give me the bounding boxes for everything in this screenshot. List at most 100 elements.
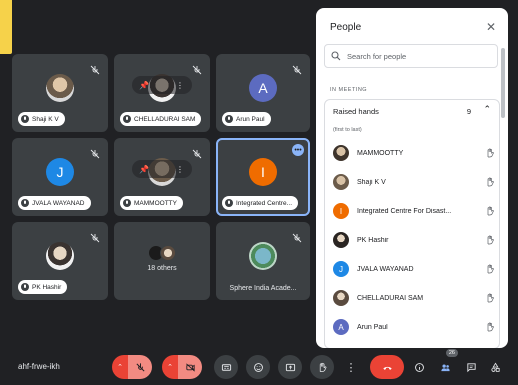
present-button[interactable] [278,355,302,379]
avatar [46,242,74,271]
search-input[interactable] [347,51,487,61]
raise-hand-button[interactable] [310,355,334,379]
avatar [333,174,349,190]
scrollbar[interactable] [501,48,505,118]
list-item[interactable]: MAMMOOTTY [333,143,495,163]
participant-name: MAMMOOTTY [134,199,177,207]
raised-hand-icon [487,148,494,158]
raised-hand-icon [319,362,326,372]
tile-hover-controls[interactable]: 📌 ⋮ [132,160,192,179]
end-call-button[interactable] [370,355,404,379]
mic-off-icon [90,62,100,75]
raised-hand-icon [487,264,494,274]
participant-tile[interactable]: ••• I Integrated Centre... [216,138,310,216]
mic-off-icon [292,62,302,75]
meeting-info-button[interactable] [410,355,428,379]
participant-name: PK Hashir [32,283,62,291]
person-name: MAMMOOTTY [357,149,404,157]
raised-hand-icon [487,293,494,303]
participant-name: JVALA WAYANAD [32,199,85,207]
list-item[interactable]: CHELLADURAI SAM [333,288,495,308]
more-options-icon[interactable]: ⋮ [173,165,187,174]
person-name: Shaji K V [357,178,386,186]
participant-tile[interactable]: 📌 ⋮ CHELLADURAI SAM [114,54,210,132]
people-count-badge: 26 [445,349,458,357]
mic-off-icon [90,230,100,243]
participant-tile[interactable]: J JVALA WAYANAD [12,138,108,216]
participant-tile[interactable]: Sphere India Acade... [216,222,310,300]
activities-button[interactable] [486,355,504,379]
emoji-button[interactable] [246,355,270,379]
participant-name-tag: JVALA WAYANAD [18,196,91,210]
chevron-up-icon[interactable]: ⌃ [483,104,491,115]
search-icon [331,51,341,61]
people-panel: People ✕ IN MEETING Raised hands 9 ⌃ (fi… [316,8,508,348]
participant-tile[interactable]: 📌 ⋮ MAMMOOTTY [114,138,210,216]
others-count-label: 18 others [147,264,177,272]
participant-tile[interactable]: Shaji K V [12,54,108,132]
list-item[interactable]: Shaji K V [333,172,495,192]
avatar: I [249,158,277,187]
close-icon[interactable]: ✕ [486,20,496,34]
captions-icon [221,363,231,371]
mic-icon [123,199,131,207]
more-options-icon[interactable]: ⋮ [173,81,187,90]
avatar [160,245,176,262]
info-icon [414,362,424,372]
search-box[interactable] [324,44,498,68]
camera-off-icon[interactable] [178,355,202,379]
list-item[interactable]: I Integrated Centre For Disast... [333,201,495,221]
captions-button[interactable] [214,355,238,379]
avatar [333,232,349,248]
avatar: A [249,74,277,103]
pin-icon[interactable]: 📌 [137,165,151,174]
yellow-corner-marker [0,0,12,54]
participant-name: Integrated Centre... [236,199,293,207]
mic-toggle-button[interactable]: ⌃ [112,355,152,379]
mic-icon [21,115,29,123]
chat-button[interactable] [462,355,480,379]
people-button[interactable]: 26 [436,349,458,379]
participant-tile[interactable]: A Arun Paul [216,54,310,132]
avatar: J [333,261,349,277]
panel-title: People [330,22,362,33]
video-grid: Shaji K V 📌 ⋮ CHELLADURAI SAM A Arun Paul… [12,54,310,304]
mic-icon [225,115,233,123]
participant-name-tag: MAMMOOTTY [120,196,183,210]
pin-icon[interactable]: 📌 [137,81,151,90]
list-item[interactable]: A Arun Paul [333,317,495,337]
mic-off-icon [192,62,202,75]
raised-hand-icon [487,177,494,187]
avatar: A [333,319,349,335]
mic-off-icon [90,146,100,159]
mic-icon [123,115,131,123]
participant-name: Arun Paul [236,115,265,123]
list-item[interactable]: J JVALA WAYANAD [333,259,495,279]
others-tile[interactable]: 18 others [114,222,210,300]
raised-order-hint: (first to last) [333,127,362,133]
raised-hands-count: 9 [466,107,471,116]
mic-off-icon[interactable] [128,355,152,379]
avatar [333,290,349,306]
tile-hover-controls[interactable]: 📌 ⋮ [132,76,192,95]
chevron-up-icon[interactable]: ⌃ [162,355,178,379]
participant-name-tag: Shaji K V [18,112,65,126]
camera-toggle-button[interactable]: ⌃ [162,355,202,379]
person-name: PK Hashir [357,236,389,244]
mic-icon [21,283,29,291]
person-name: Integrated Centre For Disast... [357,207,452,215]
raised-hand-icon [487,235,494,245]
mic-icon [225,199,233,207]
avatar: I [333,203,349,219]
participant-name-tag: Arun Paul [222,112,271,126]
avatar [333,145,349,161]
participant-tile[interactable]: PK Hashir [12,222,108,300]
raised-hand-icon [487,322,494,332]
list-item[interactable]: PK Hashir [333,230,495,250]
chevron-up-icon[interactable]: ⌃ [112,355,128,379]
more-options-icon[interactable]: ••• [292,144,304,156]
mic-off-icon [292,230,302,243]
more-options-icon[interactable]: ⋮ [342,355,360,379]
raised-hands-label[interactable]: Raised hands [333,107,379,116]
participant-name-tag: PK Hashir [18,280,68,294]
